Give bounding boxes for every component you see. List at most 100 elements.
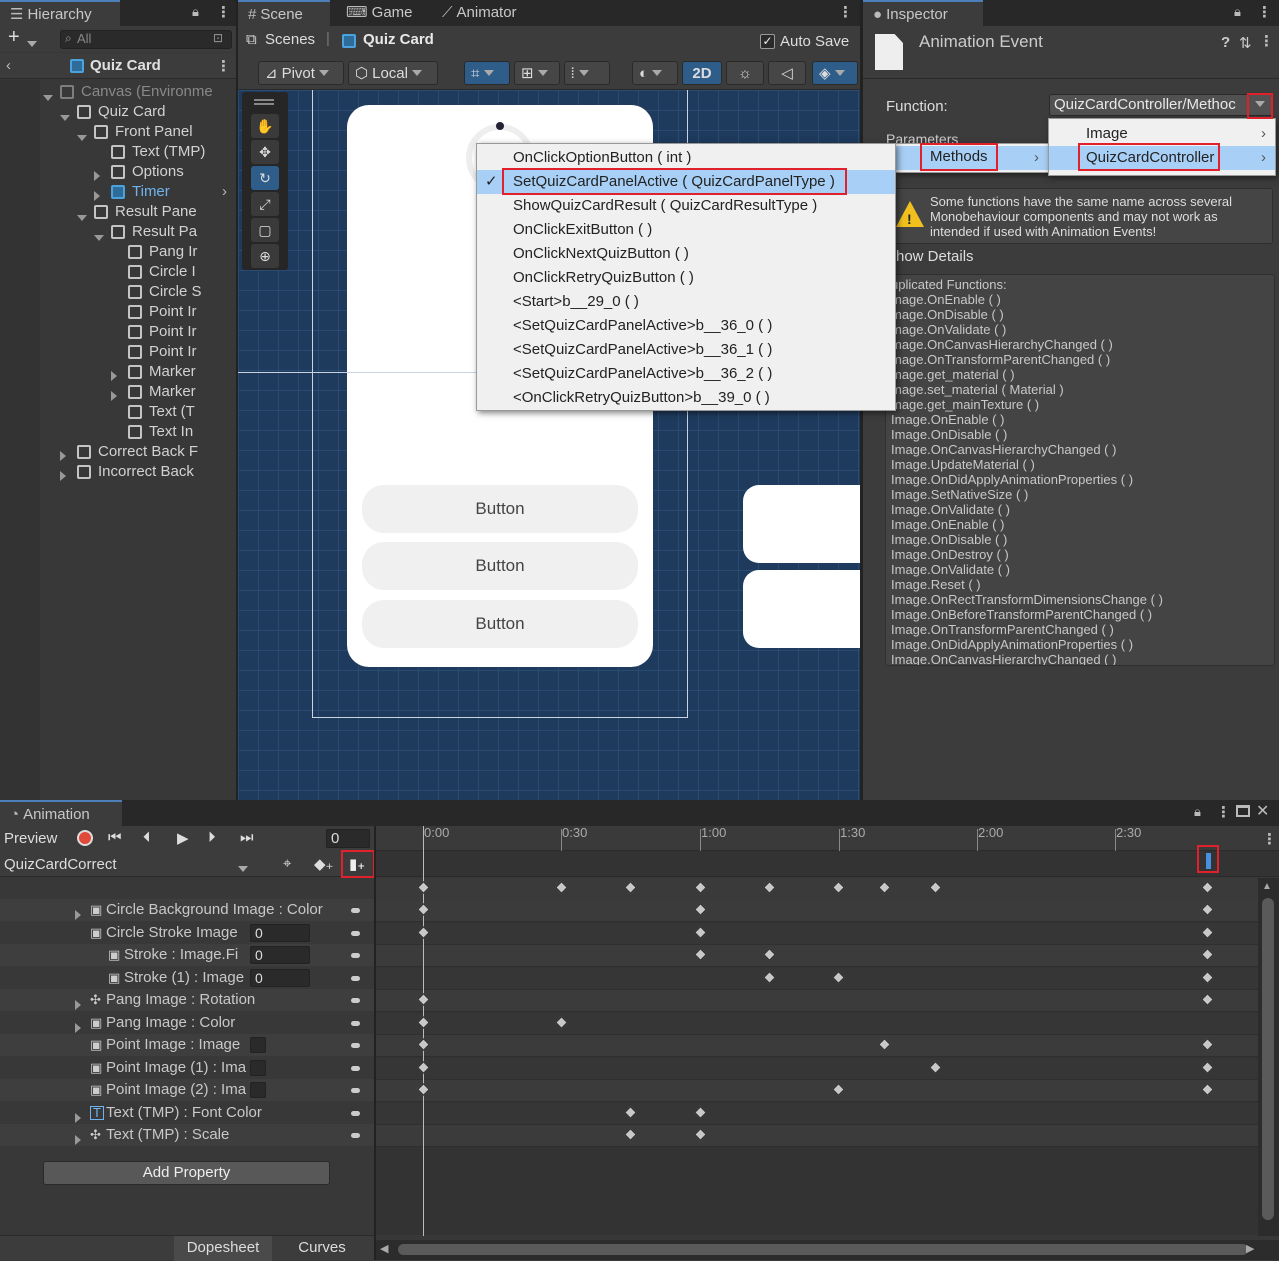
hierarchy-item[interactable]: Circle I	[0, 262, 236, 282]
hierarchy-item[interactable]: Text In	[0, 422, 236, 442]
animated-property-row[interactable]: ▣ Stroke : Image.Fi 0	[0, 944, 374, 966]
play-icon[interactable]: ▶	[177, 829, 189, 847]
prev-frame-icon[interactable]: ⏴	[143, 829, 151, 846]
method-menu-item[interactable]: <SetQuizCardPanelActive>b__36_1 ( )	[477, 338, 895, 362]
hierarchy-item[interactable]: Result Pa	[0, 222, 236, 242]
layers-button[interactable]: ◈	[812, 61, 858, 85]
tab-animator[interactable]: ⟋ Animator	[432, 0, 542, 26]
hierarchy-item[interactable]: Front Panel	[0, 122, 236, 142]
hierarchy-item[interactable]: Options	[0, 162, 236, 182]
animated-property-row[interactable]: ✣ Text (TMP) : Scale	[0, 1124, 374, 1146]
scroll-right-icon[interactable]: ▶	[1246, 1242, 1254, 1255]
method-menu-item[interactable]: <SetQuizCardPanelActive>b__36_0 ( )	[477, 314, 895, 338]
component-menu-icon[interactable]: ⋮	[1259, 32, 1274, 50]
vertical-scroll-thumb[interactable]	[1262, 898, 1274, 1220]
add-keyframe-target-icon[interactable]: ⌖	[283, 855, 291, 872]
property-options-icon[interactable]	[351, 1065, 360, 1071]
show-details-toggle[interactable]: how Details	[896, 248, 974, 265]
clip-dropdown[interactable]: QuizCardCorrect	[0, 851, 254, 877]
hierarchy-item[interactable]: Point Ir	[0, 322, 236, 342]
hierarchy-item[interactable]: Correct Back F	[0, 442, 236, 462]
animated-property-row[interactable]: T Text (TMP) : Font Color	[0, 1101, 374, 1124]
animated-property-row[interactable]: ▣ Point Image : Image	[0, 1034, 374, 1056]
add-icon[interactable]: +	[8, 26, 20, 49]
method-menu-item[interactable]: <SetQuizCardPanelActive>b__36_2 ( )	[477, 362, 895, 386]
property-options-icon[interactable]	[351, 998, 360, 1003]
preview-button[interactable]: Preview	[4, 830, 57, 847]
function-dropdown[interactable]: QuizCardController/Methoc	[1049, 94, 1273, 116]
property-options-icon[interactable]	[351, 1088, 360, 1093]
tab-inspector[interactable]: ● Inspector	[863, 0, 983, 26]
back-chevron-icon[interactable]: ‹	[6, 57, 11, 74]
chevron-right-icon[interactable]	[60, 467, 66, 482]
breadcrumb-scenes[interactable]: Scenes	[265, 31, 315, 48]
hierarchy-item[interactable]: Point Ir	[0, 302, 236, 322]
animated-property-row[interactable]: ▣ Stroke (1) : Image 0	[0, 966, 374, 989]
method-menu-item[interactable]: OnClickRetryQuizButton ( )	[477, 266, 895, 290]
chevron-right-icon[interactable]: ›	[222, 182, 227, 202]
scale-tool-icon[interactable]: ⤢	[251, 192, 279, 216]
scroll-left-icon[interactable]: ◀	[380, 1242, 388, 1255]
method-menu-item[interactable]: <Start>b__29_0 ( )	[477, 290, 895, 314]
property-options-icon[interactable]	[351, 1043, 360, 1048]
prefab-menu-icon[interactable]: ⋮	[216, 57, 231, 75]
rect-tool-icon[interactable]: ▢	[251, 218, 279, 242]
hierarchy-item[interactable]: Marker	[0, 382, 236, 402]
vertical-scrollbar[interactable]: ▲	[1258, 878, 1279, 1236]
lock-icon[interactable]: 🔒︎	[1234, 4, 1241, 20]
chevron-down-icon[interactable]	[27, 41, 37, 47]
chevron-right-icon[interactable]	[75, 1130, 81, 1152]
inspector-menu-icon[interactable]: ⋮	[1257, 3, 1272, 21]
last-frame-icon[interactable]: ⏭	[240, 829, 254, 846]
dopesheet-tab[interactable]: Dopesheet	[174, 1236, 272, 1261]
move-tool-icon[interactable]: ✥	[251, 140, 279, 164]
first-frame-icon[interactable]: ⏮	[108, 829, 122, 846]
drag-handle-icon[interactable]	[254, 99, 274, 101]
hierarchy-menu-icon[interactable]: ⋮	[216, 3, 231, 21]
local-dropdown[interactable]: ⬡ Local	[348, 61, 438, 85]
audio-mute-icon[interactable]: ◁	[768, 61, 806, 85]
curves-tab[interactable]: Curves	[272, 1236, 372, 1261]
property-options-icon[interactable]	[351, 953, 360, 958]
property-value-field[interactable]: 0	[250, 946, 310, 964]
next-frame-icon[interactable]: ⏵	[208, 829, 216, 846]
property-options-icon[interactable]	[351, 1110, 360, 1116]
pivot-dropdown[interactable]: ⊿ Pivot	[258, 61, 344, 85]
hierarchy-item[interactable]: Result Pane	[0, 202, 236, 222]
hierarchy-item[interactable]: Pang Ir	[0, 242, 236, 262]
property-value-field[interactable]: 0	[250, 968, 310, 987]
auto-save-checkbox[interactable]: ✓	[760, 34, 775, 49]
hierarchy-item[interactable]: Text (TMP)	[0, 142, 236, 162]
property-options-icon[interactable]	[351, 930, 360, 936]
event-track[interactable]	[376, 851, 1279, 877]
method-menu-item[interactable]: <OnClickRetryQuizButton>b__39_0 ( )	[477, 386, 895, 410]
hierarchy-item[interactable]: Point Ir	[0, 342, 236, 362]
add-property-button[interactable]: Add Property	[43, 1161, 330, 1185]
presets-icon[interactable]: ⇅	[1239, 34, 1252, 52]
property-options-icon[interactable]	[351, 975, 360, 981]
scroll-up-icon[interactable]: ▲	[1262, 881, 1272, 892]
toggle-2d-button[interactable]: 2D	[682, 61, 722, 85]
property-value-checkbox[interactable]	[250, 1082, 266, 1098]
method-menu-item[interactable]: ShowQuizCardResult ( QuizCardResultType …	[477, 194, 895, 218]
animated-property-row[interactable]: ▣ Pang Image : Color	[0, 1011, 374, 1034]
hand-tool-icon[interactable]: ✋	[251, 114, 279, 138]
horizontal-scroll-thumb[interactable]	[398, 1244, 1248, 1255]
option-button-3[interactable]: Button	[362, 600, 638, 648]
property-value-checkbox[interactable]	[250, 1037, 266, 1053]
property-options-icon[interactable]	[351, 1020, 360, 1026]
property-value-field[interactable]: 0	[250, 923, 310, 942]
increment-snap-button[interactable]: ⦙	[564, 61, 610, 85]
tab-scene[interactable]: # Scene	[238, 0, 330, 26]
grid-visibility-button[interactable]: ⊞	[514, 61, 560, 85]
search-filter-icon[interactable]: ⊡	[213, 31, 223, 45]
grid-snap-button[interactable]: ⌗	[464, 61, 510, 85]
animated-property-row[interactable]: ▣ Point Image (2) : Ima	[0, 1079, 374, 1101]
hierarchy-search-input[interactable]: ⌕ All ⊡	[60, 30, 232, 49]
frame-input[interactable]: 0	[326, 829, 370, 848]
draw-mode-button[interactable]: ◐	[632, 61, 678, 85]
breadcrumb-current[interactable]: Quiz Card	[363, 31, 434, 48]
transform-tool-icon[interactable]: ⊕	[251, 244, 279, 268]
property-options-icon[interactable]	[351, 1133, 360, 1138]
lock-icon[interactable]: 🔒︎	[192, 4, 199, 20]
